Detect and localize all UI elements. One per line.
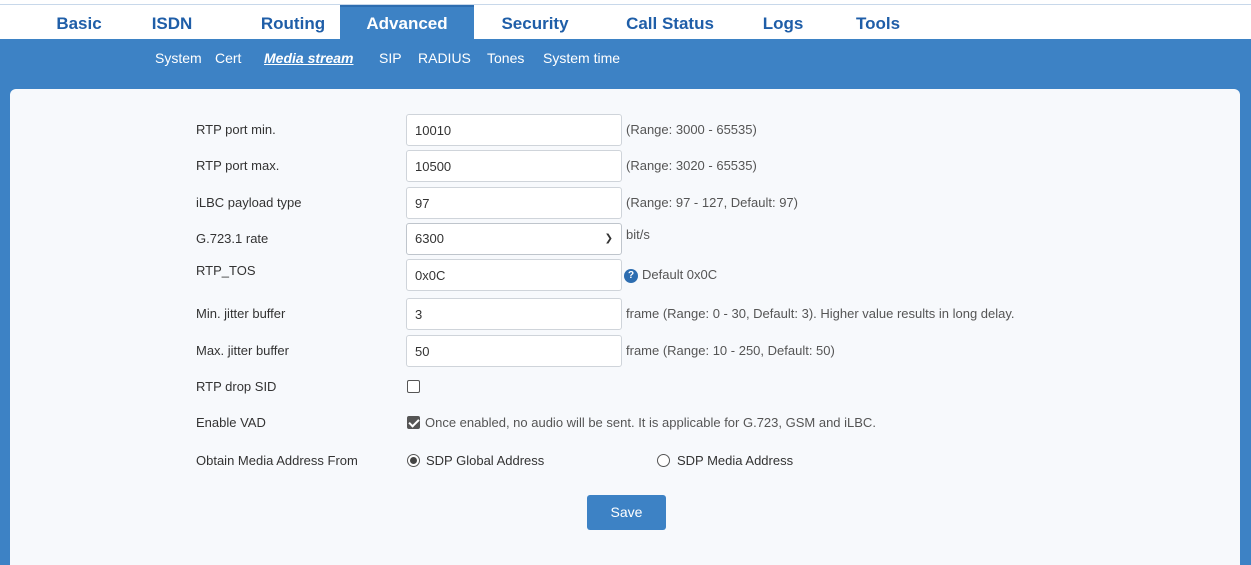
min-jitter-input[interactable] (406, 298, 622, 330)
rtp-drop-sid-label: RTP drop SID (196, 379, 277, 394)
radio-sdp-media-label[interactable]: SDP Media Address (677, 445, 793, 477)
max-jitter-input[interactable] (406, 335, 622, 367)
tab-tools[interactable]: Tools (848, 5, 908, 39)
main-navigation: Basic ISDN Routing Advanced Security Cal… (0, 5, 1251, 39)
tab-security[interactable]: Security (494, 5, 576, 39)
rtp-port-min-row: RTP port min. (Range: 3000 - 65535) (10, 114, 1240, 146)
g7231-rate-select[interactable]: 6300 ❯ (406, 223, 622, 255)
media-address-row: Obtain Media Address From SDP Global Add… (10, 445, 1240, 477)
g7231-rate-row: G.723.1 rate 6300 ❯ bit/s (10, 223, 1240, 255)
radio-sdp-global[interactable] (407, 454, 420, 467)
sub-navigation: System Cert Media stream SIP RADIUS Tone… (0, 39, 1251, 77)
rtp-tos-row: RTP_TOS ? Default 0x0C (10, 259, 1240, 291)
rtp-port-min-hint: (Range: 3000 - 65535) (626, 122, 757, 137)
subtab-radius[interactable]: RADIUS (418, 39, 471, 77)
tab-call-status[interactable]: Call Status (618, 5, 722, 39)
max-jitter-row: Max. jitter buffer frame (Range: 10 - 25… (10, 335, 1240, 367)
help-circle-icon[interactable]: ? (624, 268, 638, 283)
tab-logs[interactable]: Logs (758, 5, 808, 39)
settings-panel: RTP port min. (Range: 3000 - 65535) RTP … (10, 89, 1240, 565)
subtab-cert[interactable]: Cert (215, 39, 241, 77)
rtp-tos-label: RTP_TOS (196, 263, 256, 278)
g7231-rate-unit: bit/s (626, 227, 650, 242)
subtab-system-time[interactable]: System time (543, 39, 620, 77)
rtp-port-min-input[interactable] (406, 114, 622, 146)
subtab-tones[interactable]: Tones (487, 39, 524, 77)
subtab-system[interactable]: System (155, 39, 202, 77)
ilbc-payload-row: iLBC payload type (Range: 97 - 127, Defa… (10, 187, 1240, 219)
g7231-rate-value: 6300 (415, 231, 444, 246)
min-jitter-row: Min. jitter buffer frame (Range: 0 - 30,… (10, 298, 1240, 330)
rtp-drop-sid-checkbox[interactable] (407, 380, 420, 393)
rtp-tos-input[interactable] (406, 259, 622, 291)
rtp-tos-hint-wrap: ? Default 0x0C (624, 259, 717, 291)
enable-vad-text: Once enabled, no audio will be sent. It … (425, 415, 876, 430)
ilbc-payload-hint: (Range: 97 - 127, Default: 97) (626, 195, 798, 210)
ilbc-payload-label: iLBC payload type (196, 195, 302, 210)
subtab-media-stream[interactable]: Media stream (264, 39, 353, 77)
tab-advanced[interactable]: Advanced (340, 5, 474, 39)
rtp-port-min-label: RTP port min. (196, 122, 276, 137)
min-jitter-label: Min. jitter buffer (196, 306, 286, 321)
min-jitter-hint: frame (Range: 0 - 30, Default: 3). Highe… (626, 306, 1015, 321)
save-button[interactable]: Save (587, 495, 666, 530)
max-jitter-label: Max. jitter buffer (196, 343, 289, 358)
g7231-rate-label: G.723.1 rate (196, 231, 269, 246)
tab-isdn[interactable]: ISDN (146, 5, 198, 39)
rtp-port-max-row: RTP port max. (Range: 3020 - 65535) (10, 150, 1240, 182)
rtp-port-max-hint: (Range: 3020 - 65535) (626, 158, 757, 173)
radio-sdp-media[interactable] (657, 454, 670, 467)
chevron-down-icon: ❯ (604, 233, 613, 244)
ilbc-payload-input[interactable] (406, 187, 622, 219)
enable-vad-checkbox[interactable] (407, 416, 420, 429)
subtab-sip[interactable]: SIP (379, 39, 402, 77)
tab-routing[interactable]: Routing (260, 5, 326, 39)
enable-vad-label: Enable VAD (196, 415, 266, 430)
tab-basic[interactable]: Basic (48, 5, 110, 39)
max-jitter-hint: frame (Range: 10 - 250, Default: 50) (626, 343, 835, 358)
rtp-drop-sid-row: RTP drop SID (10, 371, 1240, 403)
rtp-port-max-label: RTP port max. (196, 158, 280, 173)
media-address-label: Obtain Media Address From (196, 453, 358, 468)
rtp-port-max-input[interactable] (406, 150, 622, 182)
radio-sdp-global-label[interactable]: SDP Global Address (426, 445, 544, 477)
content-frame: RTP port min. (Range: 3000 - 65535) RTP … (0, 77, 1251, 565)
enable-vad-row: Enable VAD Once enabled, no audio will b… (10, 407, 1240, 439)
rtp-tos-hint: Default 0x0C (642, 267, 718, 282)
